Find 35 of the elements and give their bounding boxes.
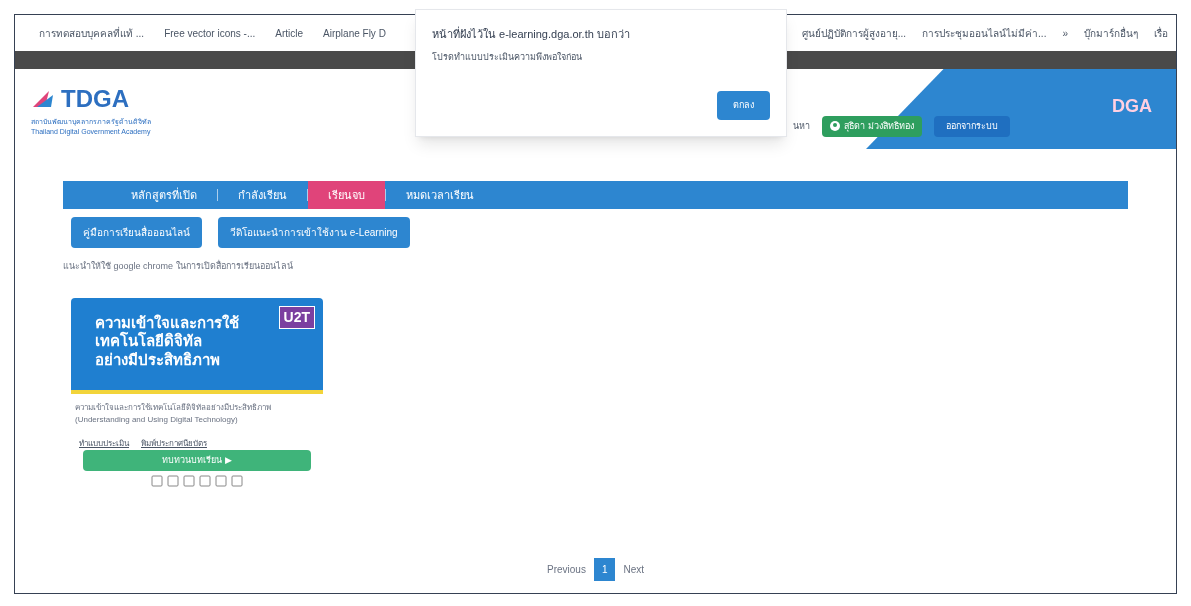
dialog-title: หน้าที่ฝังไว้ใน e-learning.dga.or.th บอกว่า <box>432 26 631 42</box>
banner-title: ความเข้าใจและการใช้ <box>95 313 239 332</box>
hint-text: แนะนำให้ใช้ google chrome ในการเปิดสื่อการเรียนออนไลน์ <box>63 260 294 273</box>
banner-title: อย่างมีประสิทธิภาพ <box>95 351 220 370</box>
action-button[interactable]: วีดิโอแนะนำการเข้าใช้งาน e-Learning <box>218 217 410 248</box>
next-link[interactable]: Next <box>623 562 644 577</box>
course-link[interactable]: พิมพ์ประกาศนียบัตร <box>141 437 207 450</box>
bookmark-link[interactable]: Article <box>275 25 304 41</box>
bookmark-link[interactable]: ศูนย์ปฏิบัติการผู้สูงอายุ... <box>801 25 907 41</box>
bookmark-link[interactable]: Airplane Fly D <box>323 25 386 41</box>
search-link[interactable]: นหา <box>793 119 811 133</box>
nav-tab[interactable]: เรียนจบ <box>308 181 385 209</box>
action-button[interactable]: คู่มือการเรียนสื่อออนไลน์ <box>71 217 202 248</box>
bookmark-link[interactable]: » <box>1062 25 1068 41</box>
nav-tab[interactable]: หลักสูตรที่เปิด <box>111 181 217 209</box>
nav-tab[interactable]: หมดเวลาเรียน <box>386 181 494 209</box>
dialog-message: โปรดทำแบบประเมินความพึงพอใจก่อน <box>432 50 583 64</box>
bookmark-link[interactable]: เรื่อ <box>1154 25 1168 41</box>
banner-title: เทคโนโลยีดิจิทัล <box>95 332 202 351</box>
course-badge: U2T <box>278 305 315 329</box>
user-button[interactable]: สุธิดา ม่วงสิทธิทอง <box>822 115 922 137</box>
brand-logo: DGA <box>1112 95 1152 118</box>
logo-text: TDGA <box>61 83 129 114</box>
course-title: ความเข้าใจและการใช้เทคโนโลยีดิจิทัลอย่างมีประสิทธิภาพ (Understanding and Using Digital Technology) <box>74 401 272 426</box>
logout-button[interactable]: ออกจากระบบ <box>934 115 1010 137</box>
page-button[interactable]: 1 <box>593 558 616 581</box>
previous-link[interactable]: Previous <box>547 562 586 577</box>
bookmark-link[interactable]: บุ๊กมาร์กอื่นๆ <box>1084 25 1138 41</box>
bookmark-link[interactable]: Free vector icons -... <box>164 25 256 41</box>
bookmark-link[interactable]: การประชุมออนไลน์ไม่มีค่า... <box>922 25 1047 41</box>
course-link[interactable]: ทำแบบประเมิน <box>79 437 129 450</box>
bookmark-link[interactable]: การทดสอบบุคคลที่แท้ ... <box>39 25 145 41</box>
nav-tab[interactable]: กำลังเรียน <box>218 181 307 209</box>
ok-button[interactable]: ตกลง <box>717 90 770 120</box>
user-icon <box>830 121 841 132</box>
